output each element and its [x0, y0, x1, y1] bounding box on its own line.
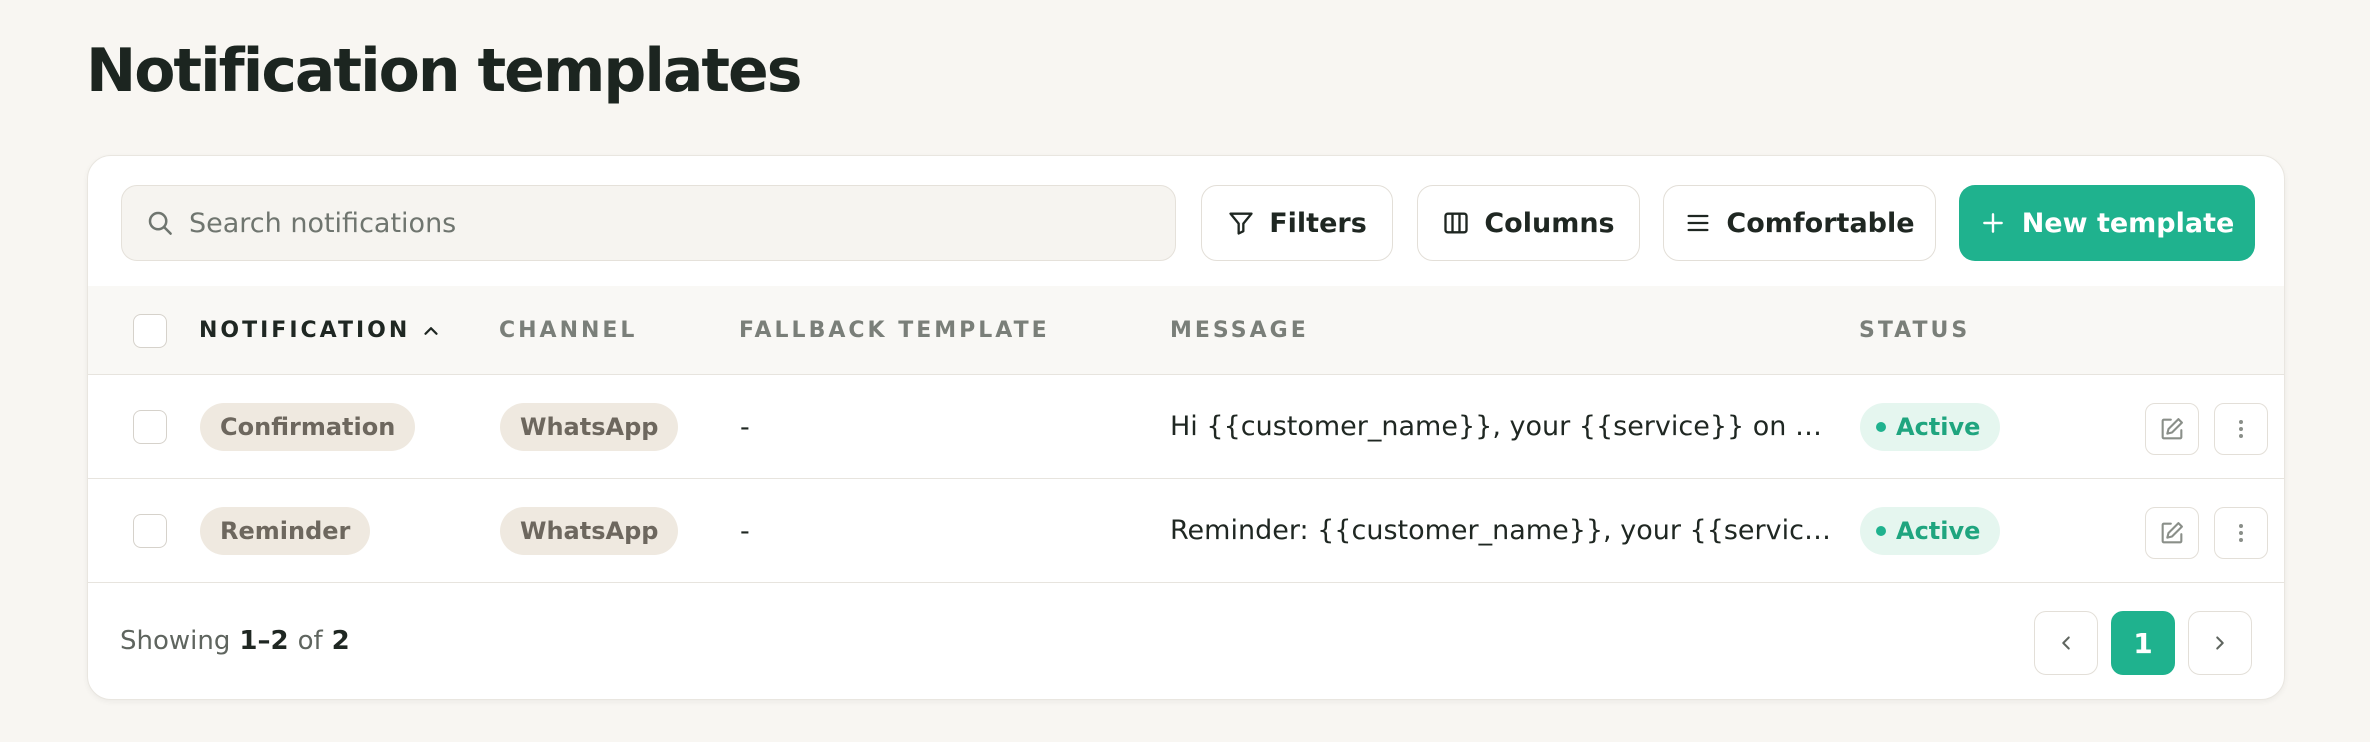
columns-icon — [1444, 212, 1469, 234]
fallback-cell: - — [740, 376, 750, 478]
channel-chip: WhatsApp — [500, 403, 679, 451]
filters-label: Filters — [1269, 207, 1367, 239]
edit-icon — [2161, 522, 2183, 544]
columns-label: Columns — [1484, 207, 1615, 239]
status-label: Active — [1896, 413, 1981, 441]
more-button[interactable] — [2214, 507, 2268, 559]
status-dot — [1876, 526, 1886, 536]
chevron-up-icon — [424, 326, 438, 335]
notification-cell: Reminder — [200, 480, 371, 582]
table-row[interactable]: Confirmation WhatsApp - Hi {{customer_na… — [88, 376, 2284, 479]
status-dot — [1876, 422, 1886, 432]
toolbar: Filters Columns Comfortable New template — [88, 156, 2284, 286]
status-label: Active — [1896, 517, 1981, 545]
status-badge: Active — [1860, 403, 2001, 451]
showing-summary: Showing 1–2 of 2 — [120, 585, 350, 696]
message-cell: Hi {{customer_name}}, your {{service}} o… — [1170, 376, 1836, 478]
notification-chip: Confirmation — [200, 403, 416, 451]
page-title: Notification templates — [86, 36, 802, 106]
row-checkbox[interactable] — [133, 514, 167, 548]
showing-of: of — [297, 625, 323, 656]
edit-icon — [2161, 418, 2183, 440]
chevron-right-icon — [2216, 636, 2224, 650]
search-input[interactable] — [189, 207, 1089, 239]
showing-total: 2 — [331, 625, 350, 656]
edit-button[interactable] — [2145, 507, 2199, 559]
column-header-channel[interactable]: CHANNEL — [499, 286, 637, 375]
page-button[interactable]: 1 — [2111, 611, 2175, 675]
table-header: NOTIFICATION CHANNEL FALLBACK TEMPLATE M… — [88, 286, 2284, 375]
columns-button[interactable]: Columns — [1417, 185, 1640, 261]
message-cell: Reminder: {{customer_name}}, your {{serv… — [1170, 480, 1836, 582]
next-page-button[interactable] — [2188, 611, 2252, 675]
table-row[interactable]: Reminder WhatsApp - Reminder: {{customer… — [88, 480, 2284, 583]
density-button[interactable]: Comfortable — [1663, 185, 1936, 261]
new-template-label: New template — [2021, 207, 2235, 239]
fallback-cell: - — [740, 480, 750, 582]
more-vertical-icon — [2239, 420, 2243, 438]
status-cell: Active — [1860, 376, 2001, 478]
filter-icon — [1229, 212, 1253, 235]
message-text: Reminder: {{customer_name}}, your {{serv… — [1170, 515, 1836, 546]
column-header-fallback[interactable]: FALLBACK TEMPLATE — [739, 286, 1050, 375]
select-all-checkbox[interactable] — [133, 314, 167, 348]
search-icon — [148, 211, 172, 235]
fallback-value: - — [740, 515, 750, 547]
column-header-message[interactable]: MESSAGE — [1170, 286, 1309, 375]
channel-chip: WhatsApp — [500, 507, 679, 555]
density-icon — [1687, 214, 1709, 232]
status-cell: Active — [1860, 480, 2001, 582]
density-label: Comfortable — [1726, 207, 1915, 239]
row-checkbox[interactable] — [133, 410, 167, 444]
message-text: Hi {{customer_name}}, your {{service}} o… — [1170, 411, 1836, 442]
column-header-status[interactable]: STATUS — [1859, 286, 1970, 375]
filters-button[interactable]: Filters — [1201, 185, 1393, 261]
showing-range: 1–2 — [239, 625, 289, 656]
column-header-notification[interactable]: NOTIFICATION — [199, 286, 442, 375]
plus-icon — [1982, 213, 2003, 233]
channel-cell: WhatsApp — [500, 480, 679, 582]
chevron-left-icon — [2062, 636, 2070, 650]
more-vertical-icon — [2239, 524, 2243, 542]
templates-card: Filters Columns Comfortable New template… — [87, 155, 2285, 700]
fallback-value: - — [740, 411, 750, 443]
edit-button[interactable] — [2145, 403, 2199, 455]
new-template-button[interactable]: New template — [1959, 185, 2255, 261]
status-badge: Active — [1860, 507, 2001, 555]
notification-cell: Confirmation — [200, 376, 416, 478]
more-button[interactable] — [2214, 403, 2268, 455]
search-box[interactable] — [121, 185, 1176, 261]
table-footer: Showing 1–2 of 2 1 — [88, 585, 2284, 699]
notification-chip: Reminder — [200, 507, 371, 555]
showing-prefix: Showing — [120, 625, 231, 656]
channel-cell: WhatsApp — [500, 376, 679, 478]
prev-page-button[interactable] — [2034, 611, 2098, 675]
column-label-notification: NOTIFICATION — [199, 318, 411, 343]
